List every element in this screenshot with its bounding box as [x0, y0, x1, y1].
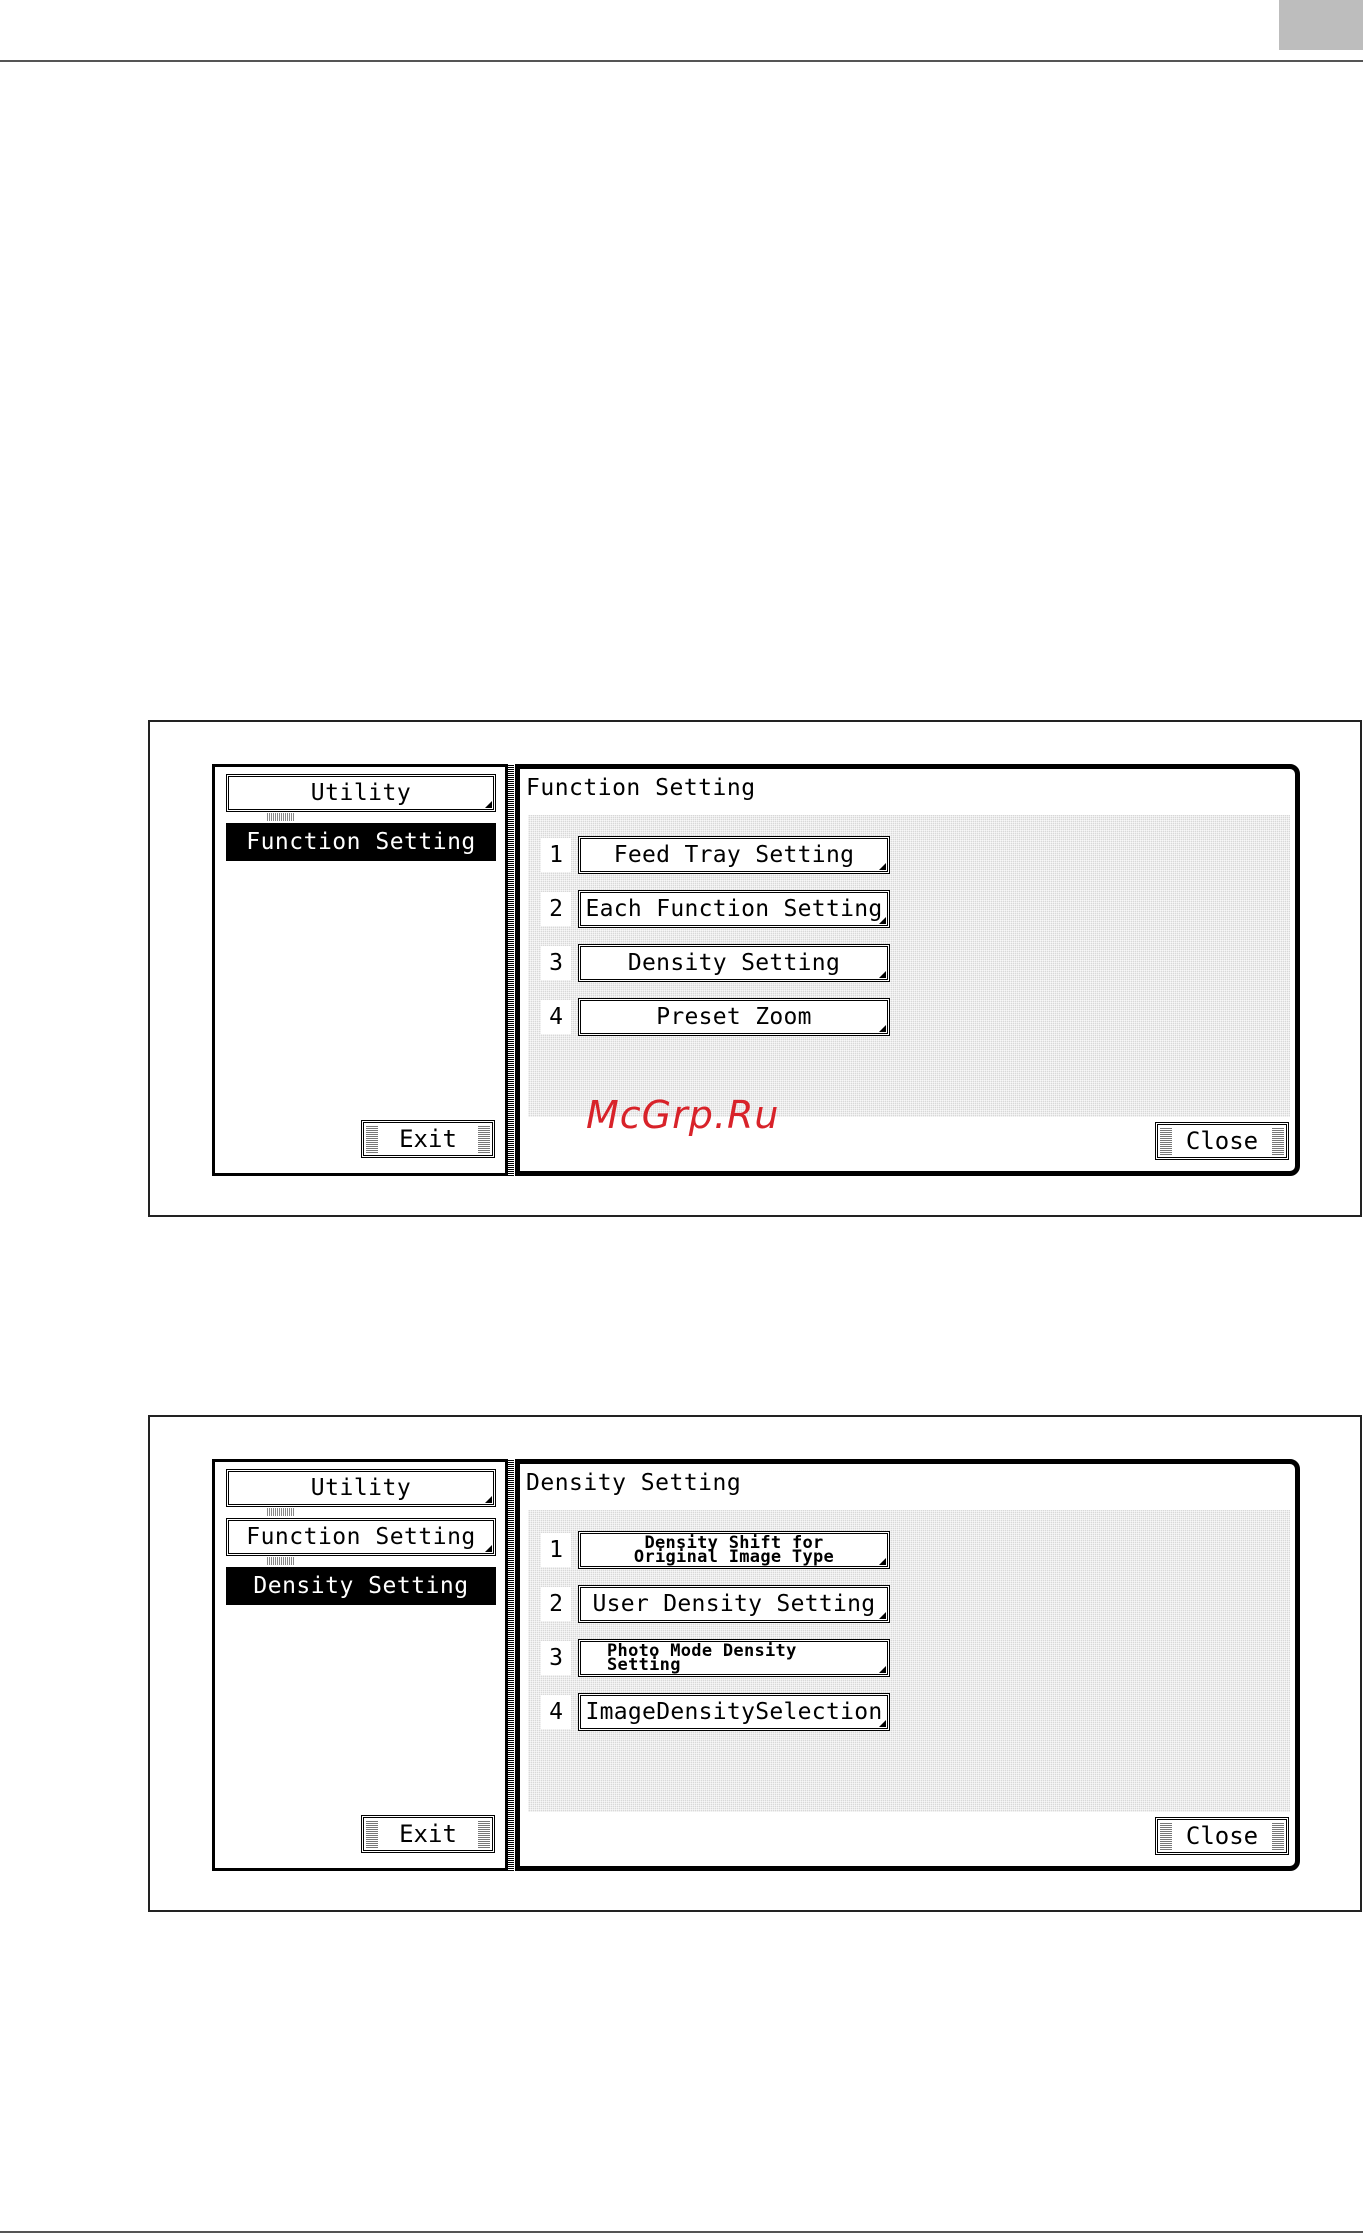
- corner-marker-icon: [485, 1545, 492, 1552]
- watermark-text: McGrp.Ru: [586, 1093, 780, 1137]
- breadcrumb-label: Utility: [310, 1475, 412, 1501]
- options-area: 1 Density Shift for Original Image Type …: [528, 1510, 1290, 1812]
- corner-marker-icon: [879, 1558, 886, 1565]
- options-area: 1 Feed Tray Setting 2 Each Function Sett…: [528, 815, 1290, 1117]
- option-label: Density Setting: [627, 950, 841, 976]
- density-shift-original-image-type-button[interactable]: Density Shift for Original Image Type: [578, 1531, 890, 1569]
- settings-panel: Density Setting 1 Density Shift for Orig…: [515, 1459, 1300, 1871]
- option-label: ImageDensitySelection: [585, 1699, 883, 1725]
- photo-mode-density-setting-button[interactable]: Photo Mode Density Setting: [578, 1639, 890, 1677]
- breadcrumb-panel: Utility Function Setting Exit: [212, 764, 514, 1176]
- each-function-setting-button[interactable]: Each Function Setting: [578, 890, 890, 928]
- breadcrumb-label: Function Setting: [246, 1524, 476, 1550]
- option-label: Each Function Setting: [585, 896, 883, 922]
- breadcrumb-connector: [267, 1557, 295, 1565]
- screenshot-frame-function-setting: Utility Function Setting Exit Function S…: [148, 720, 1362, 1217]
- breadcrumb-connector: [267, 1508, 295, 1516]
- control-panel-screen: Utility Function Setting Density Setting…: [212, 1459, 1300, 1871]
- option-number: 1: [541, 838, 571, 872]
- breadcrumb-function-setting[interactable]: Function Setting: [226, 823, 496, 861]
- close-button[interactable]: Close: [1155, 1817, 1289, 1855]
- option-number: 2: [541, 892, 571, 926]
- page-tab: [1279, 0, 1363, 50]
- image-density-selection-button[interactable]: ImageDensitySelection: [578, 1693, 890, 1731]
- close-label: Close: [1185, 1822, 1259, 1850]
- option-number: 2: [541, 1587, 571, 1621]
- corner-marker-icon: [879, 1666, 886, 1673]
- header-rule: [0, 60, 1363, 62]
- close-label: Close: [1185, 1127, 1259, 1155]
- breadcrumb-density-setting[interactable]: Density Setting: [226, 1567, 496, 1605]
- corner-marker-icon: [879, 1025, 886, 1032]
- corner-marker-icon: [485, 1496, 492, 1503]
- corner-marker-icon: [879, 1612, 886, 1619]
- screenshot-frame-density-setting: Utility Function Setting Density Setting…: [148, 1415, 1362, 1912]
- breadcrumb-label: Utility: [310, 780, 412, 806]
- exit-label: Exit: [399, 1125, 457, 1153]
- feed-tray-setting-button[interactable]: Feed Tray Setting: [578, 836, 890, 874]
- corner-marker-icon: [485, 801, 492, 808]
- corner-marker-icon: [879, 971, 886, 978]
- exit-button[interactable]: Exit: [361, 1120, 495, 1158]
- density-setting-button[interactable]: Density Setting: [578, 944, 890, 982]
- option-label: User Density Setting: [592, 1591, 876, 1617]
- corner-marker-icon: [879, 1720, 886, 1727]
- breadcrumb-function-setting[interactable]: Function Setting: [226, 1518, 496, 1556]
- corner-marker-icon: [879, 863, 886, 870]
- breadcrumb-utility[interactable]: Utility: [226, 774, 496, 812]
- exit-button[interactable]: Exit: [361, 1815, 495, 1853]
- user-density-setting-button[interactable]: User Density Setting: [578, 1585, 890, 1623]
- option-number: 4: [541, 1000, 571, 1034]
- close-button[interactable]: Close: [1155, 1122, 1289, 1160]
- breadcrumb-panel: Utility Function Setting Density Setting…: [212, 1459, 514, 1871]
- breadcrumb-connector: [267, 813, 295, 821]
- option-label: Feed Tray Setting: [613, 842, 855, 868]
- panel-title: Function Setting: [526, 775, 756, 801]
- option-number: 4: [541, 1695, 571, 1729]
- option-label-line2: Original Image Type: [633, 1547, 835, 1567]
- corner-marker-icon: [879, 917, 886, 924]
- breadcrumb-label: Function Setting: [246, 829, 476, 855]
- footer-rule: [0, 2231, 1363, 2233]
- option-number: 3: [541, 946, 571, 980]
- exit-label: Exit: [399, 1820, 457, 1848]
- breadcrumb-label: Density Setting: [253, 1573, 469, 1599]
- option-number: 3: [541, 1641, 571, 1675]
- option-label: Preset Zoom: [656, 1004, 812, 1030]
- option-number: 1: [541, 1533, 571, 1567]
- preset-zoom-button[interactable]: Preset Zoom: [578, 998, 890, 1036]
- panel-title: Density Setting: [526, 1470, 742, 1496]
- breadcrumb-utility[interactable]: Utility: [226, 1469, 496, 1507]
